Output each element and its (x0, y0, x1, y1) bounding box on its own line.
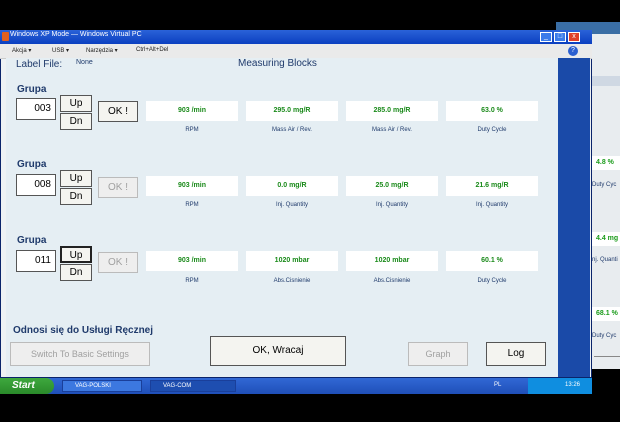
language-indicator[interactable]: PL (494, 382, 501, 388)
background-label-3: Duty Cyc (592, 333, 617, 339)
menu-usb[interactable]: USB ▾ (52, 47, 69, 54)
group-2-value-1: 903 /min (146, 176, 238, 196)
group-1-value-2: 295.0 mg/R (246, 101, 338, 121)
group-1-value-3: 285.0 mg/R (346, 101, 438, 121)
group-2-ok-button[interactable]: OK ! (98, 177, 138, 198)
group-1-up-button[interactable]: Up (60, 95, 92, 112)
group-1-dn-button[interactable]: Dn (60, 113, 92, 130)
clock[interactable]: 13:26 (565, 382, 580, 388)
background-label-1: Duty Cyc (592, 182, 617, 188)
group-2-label-3: Inj. Quantity (375, 202, 408, 208)
group-3-label-3: Abs.Cisnienie (373, 278, 411, 284)
task-vag-polski[interactable]: VAG-POLSKI (62, 380, 142, 392)
group-3-up-button[interactable]: Up (60, 246, 92, 263)
group-2-number-input[interactable]: 008 (16, 174, 56, 196)
background-slider[interactable] (594, 346, 620, 357)
group-2-label-4: Inj. Quantity (475, 202, 508, 208)
task-vag-com[interactable]: VAG-COM (150, 380, 236, 392)
group-2-dn-button[interactable]: Dn (60, 188, 92, 205)
menu-narzedzia[interactable]: Narzędzia ▾ (86, 47, 118, 54)
group-2-value-2: 0.0 mg/R (246, 176, 338, 196)
graph-button[interactable]: Graph (408, 342, 468, 366)
group-3-value-4: 60.1 % (446, 251, 538, 271)
group-3-ok-button[interactable]: OK ! (98, 252, 138, 273)
ok-back-button[interactable]: OK, Wracaj (210, 336, 346, 366)
group-1-label: Grupa (17, 84, 47, 95)
group-3-label: Grupa (17, 235, 47, 246)
group-2-up-button[interactable]: Up (60, 170, 92, 187)
minimize-button[interactable]: _ (540, 32, 552, 42)
background-value-2: 4.4 mg (590, 232, 620, 246)
window-title: Windows XP Mode — Windows Virtual PC (10, 31, 142, 38)
maximize-button[interactable]: □ (554, 32, 566, 42)
start-button[interactable]: Start (0, 378, 54, 394)
group-3-dn-button[interactable]: Dn (60, 264, 92, 281)
group-1-label-1: RPM (185, 127, 199, 133)
label-file-value: None (76, 59, 93, 66)
label-file-label: Label File: (16, 59, 63, 70)
group-2-label: Grupa (17, 159, 47, 170)
section-title: Measuring Blocks (238, 58, 317, 69)
group-3-value-1: 903 /min (146, 251, 238, 271)
background-label-2: nj. Quanti (592, 257, 618, 263)
menu-akcja[interactable]: Akcja ▾ (12, 47, 31, 54)
group-2-value-4: 21.6 mg/R (446, 176, 538, 196)
group-1-value-4: 63.0 % (446, 101, 538, 121)
group-2-label-2: Inj. Quantity (275, 202, 308, 208)
group-3-value-2: 1020 mbar (246, 251, 338, 271)
background-value-1: 4.8 % (590, 156, 620, 170)
group-2-value-3: 25.0 mg/R (346, 176, 438, 196)
switch-basic-settings-button[interactable]: Switch To Basic Settings (10, 342, 150, 366)
group-3-label-4: Duty Cycle (477, 278, 507, 284)
group-3-label-2: Abs.Cisnienie (273, 278, 311, 284)
group-2-label-1: RPM (185, 202, 199, 208)
menu-ctrl-alt-del[interactable]: Ctrl+Alt+Del (136, 47, 168, 53)
group-3-label-1: RPM (185, 278, 199, 284)
group-3-value-3: 1020 mbar (346, 251, 438, 271)
group-1-number-input[interactable]: 003 (16, 98, 56, 120)
close-button[interactable]: x (568, 32, 580, 42)
group-1-label-2: Mass Air / Rev. (272, 127, 312, 133)
app-icon (2, 32, 9, 41)
group-1-label-3: Mass Air / Rev. (372, 127, 412, 133)
log-button[interactable]: Log (486, 342, 546, 366)
system-tray (528, 378, 592, 394)
side-band (558, 58, 590, 377)
background-value-3: 68.1 % (590, 307, 620, 321)
group-1-ok-button[interactable]: OK ! (98, 101, 138, 122)
group-3-number-input[interactable]: 011 (16, 250, 56, 272)
group-1-value-1: 903 /min (146, 101, 238, 121)
help-icon[interactable]: ? (568, 46, 578, 56)
group-1-label-4: Duty Cycle (477, 127, 507, 133)
manual-reference-text: Odnosi się do Usługi Ręcznej (13, 325, 154, 336)
